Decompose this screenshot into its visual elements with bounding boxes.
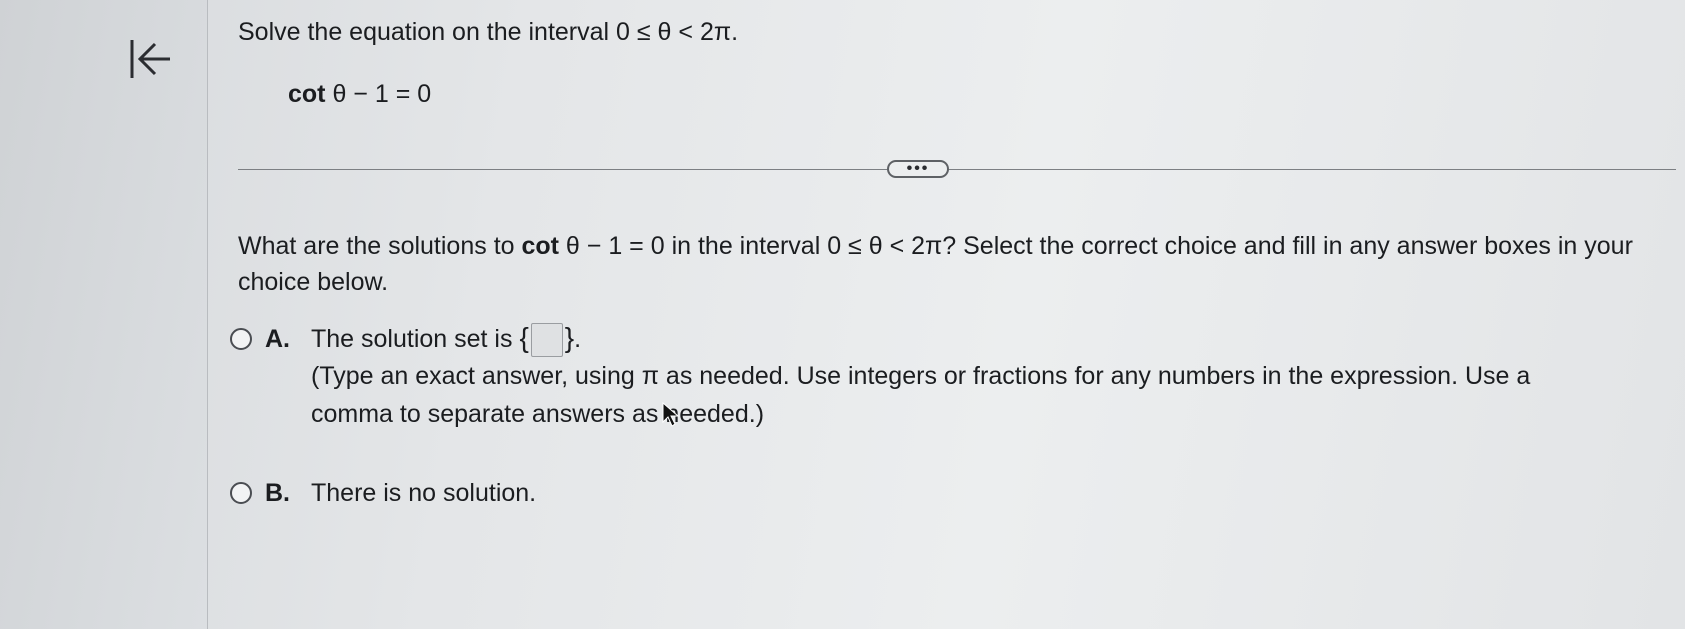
- choice-a-hint: (Type an exact answer, using π as needed…: [311, 362, 1531, 428]
- brace-close: }: [564, 322, 575, 353]
- skip-back-icon: [130, 40, 170, 78]
- choice-a-radio[interactable]: [230, 328, 252, 350]
- solution-set-input[interactable]: [530, 323, 563, 358]
- choice-a-letter: A.: [265, 325, 290, 353]
- question-title: Solve the equation on the interval 0 ≤ θ…: [238, 18, 739, 46]
- prompt-before: What are the solutions to: [238, 232, 522, 260]
- question-prompt: What are the solutions to cot θ − 1 = 0 …: [238, 228, 1668, 300]
- mouse-cursor-icon: [662, 402, 680, 427]
- divider: [238, 169, 1676, 170]
- choice-a-label: The solution set is: [311, 325, 520, 353]
- equation-function: cot: [288, 80, 326, 108]
- back-to-start-button[interactable]: [128, 36, 176, 86]
- brace-open: {: [519, 322, 529, 353]
- prompt-function: cot: [521, 232, 559, 260]
- choice-b-letter: B.: [265, 479, 290, 507]
- choice-a-text: The solution set is {}.: [311, 322, 582, 358]
- left-panel: [0, 0, 208, 629]
- choice-b-radio[interactable]: [230, 482, 252, 504]
- expand-button[interactable]: •••: [887, 160, 949, 178]
- choice-a-period: .: [574, 325, 582, 353]
- equation-rest: θ − 1 = 0: [325, 80, 432, 108]
- choice-b-text: There is no solution.: [311, 479, 537, 507]
- equation: cot θ − 1 = 0: [288, 80, 431, 109]
- question-content: Solve the equation on the interval 0 ≤ θ…: [230, 0, 1676, 629]
